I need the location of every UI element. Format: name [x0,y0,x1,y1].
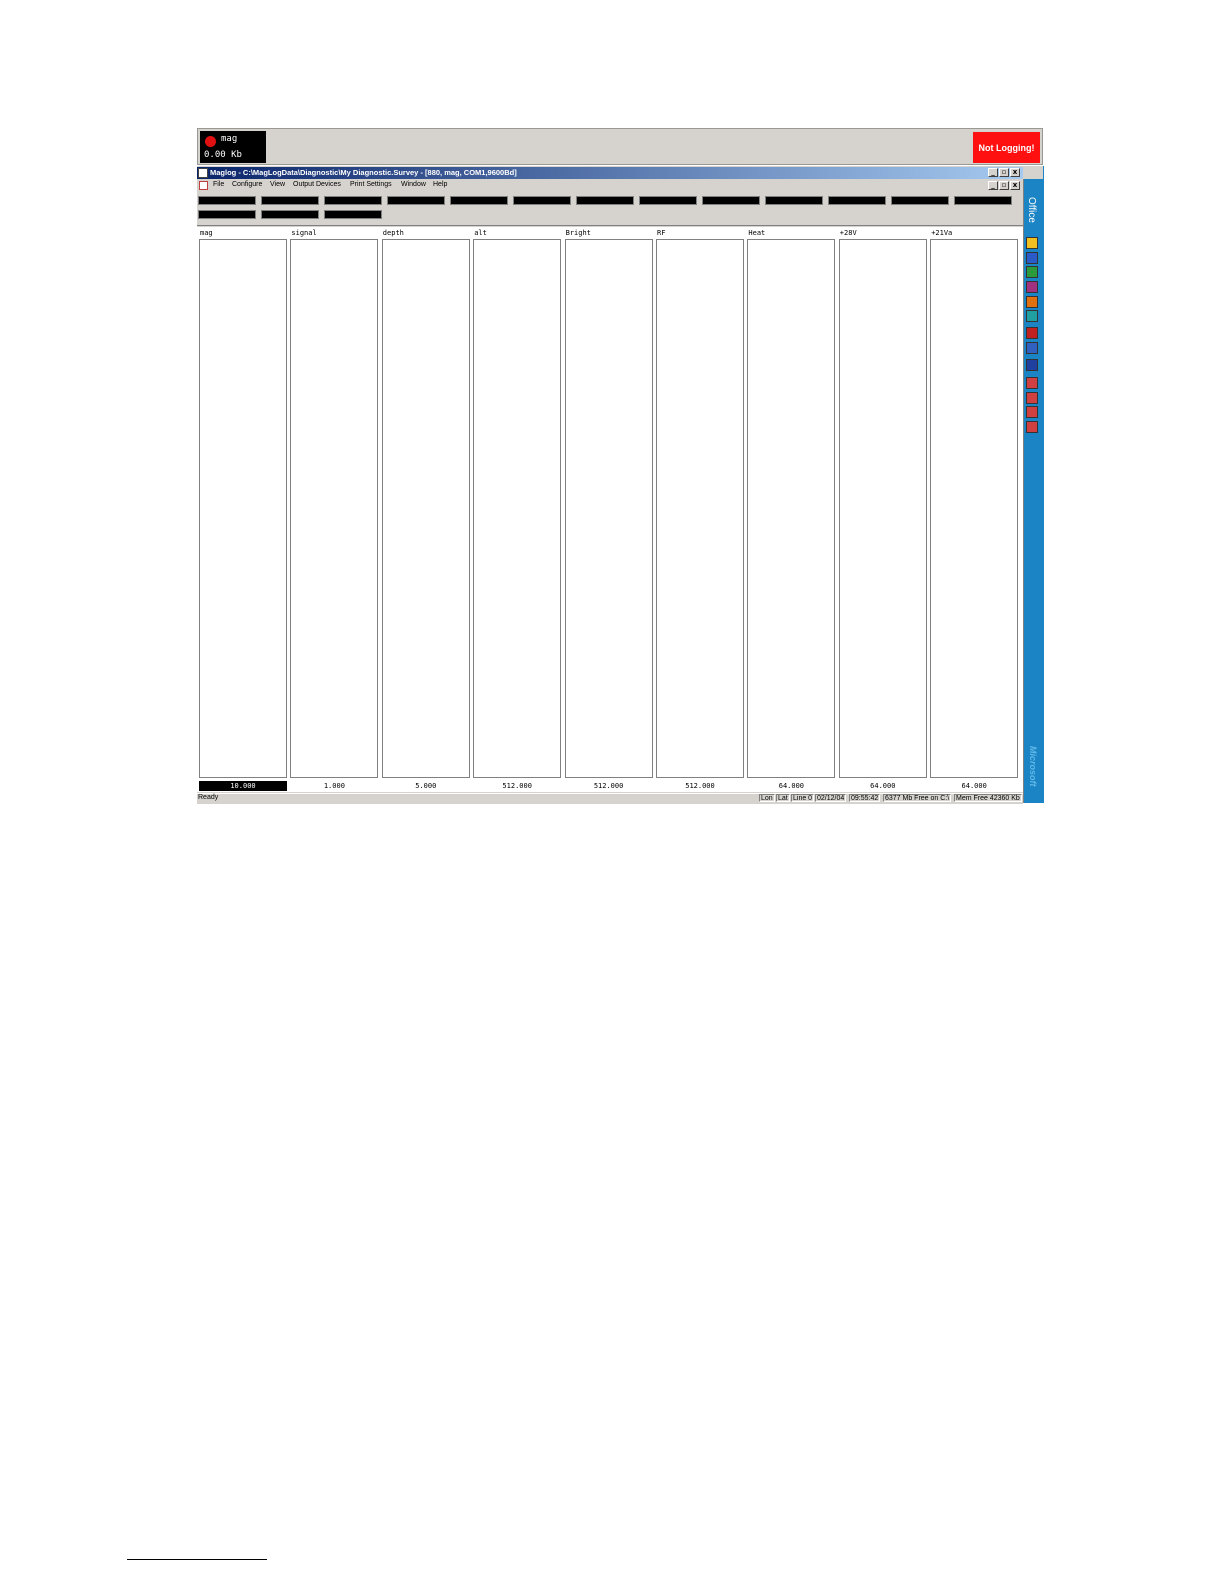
child-minimize-button[interactable]: _ [988,181,998,190]
channel-trace-panel[interactable] [747,239,836,778]
document-icon[interactable] [199,181,208,190]
menu-view[interactable]: View [270,181,285,188]
channel-label: +28V [839,229,857,237]
office-app-icon[interactable] [1026,310,1038,322]
status-date: 02/12/04 [815,794,847,802]
office-app-icon[interactable] [1026,342,1038,354]
field-box [198,196,256,205]
channel-trace-panel[interactable] [199,239,287,778]
menu-print-settings[interactable]: Print Settings [350,181,392,188]
field-box [765,196,823,205]
field-box [261,196,319,205]
status-time: 09:55:42 [849,794,881,802]
channel-scale[interactable]: 5.000 [382,781,470,791]
field-box [324,196,382,205]
restore-button[interactable]: ▫ [999,168,1009,177]
office-app-icon[interactable] [1026,281,1038,293]
office-app-icon[interactable] [1026,406,1038,418]
logging-status-button[interactable]: Not Logging! [973,132,1040,163]
field-box [891,196,949,205]
office-app-icon[interactable] [1026,421,1038,433]
channel-label: depth [382,229,404,237]
channel-label: +21Va [931,229,953,237]
close-button[interactable]: x [1010,168,1020,177]
channel-scale[interactable]: 64.000 [839,781,927,791]
office-app-icon[interactable] [1026,237,1038,249]
channel-trace-panel[interactable] [290,239,379,778]
microsoft-brand: Microsoft [1028,746,1038,787]
office-app-icon[interactable] [1026,327,1038,339]
field-box [576,196,634,205]
menu-configure[interactable]: Configure [232,181,262,188]
minimize-button[interactable]: _ [988,168,998,177]
child-restore-button[interactable]: ▫ [999,181,1009,190]
status-lon: Lon [759,794,775,802]
channel-trace-panel[interactable] [473,239,562,778]
field-box [639,196,697,205]
app-icon[interactable] [198,168,208,178]
office-title: Office [1026,197,1037,223]
field-box [324,210,382,219]
channel-name: mag [221,134,238,144]
channel-trace-panel[interactable] [381,239,470,778]
office-bar-menu-button[interactable] [1023,166,1043,179]
field-box [387,196,445,205]
channel-scale[interactable]: 64.000 [930,781,1018,791]
channel-label: mag [200,229,213,237]
office-app-icon[interactable] [1026,377,1038,389]
channel-scale[interactable]: 10.000 [199,781,287,791]
office-app-icon[interactable] [1026,252,1038,264]
status-mem-free: Mem Free 42360 Kb [954,794,1022,802]
status-ready: Ready [198,794,219,801]
field-box [513,196,571,205]
office-app-icon[interactable] [1026,266,1038,278]
field-box [954,196,1012,205]
channel-trace-panel[interactable] [930,239,1019,778]
status-lat: Lat [776,794,790,802]
channel-label: RF [657,229,666,237]
channel-scale[interactable]: 64.000 [747,781,835,791]
channel-label: Bright [565,229,591,237]
field-box [261,210,319,219]
channel-label: signal [291,229,317,237]
field-box [828,196,886,205]
status-line: Line 0 [791,794,815,802]
channel-scale[interactable]: 512.000 [565,781,653,791]
status-disk-free: 6377 Mb Free on C:\ [883,794,952,802]
channel-scale[interactable]: 1.000 [290,781,378,791]
channel-scale[interactable]: 512.000 [656,781,744,791]
menu-file[interactable]: File [213,181,224,188]
record-icon [205,136,216,147]
menu-output-devices[interactable]: Output Devices [293,181,341,188]
top-status-bar [197,128,1043,165]
office-app-icon[interactable] [1026,359,1038,371]
channel-label: Heat [748,229,766,237]
field-box [198,210,256,219]
field-box [450,196,508,205]
menu-window[interactable]: Window [401,181,426,188]
channel-trace-panel[interactable] [656,239,744,778]
data-size: 0.00 Kb [204,150,242,160]
footnote-rule [127,1559,267,1560]
window-title: Maglog - C:\MagLogData\Diagnostic\My Dia… [210,168,517,177]
channel-trace-panel[interactable] [564,239,653,778]
field-box [702,196,760,205]
office-app-icon[interactable] [1026,296,1038,308]
channel-label: alt [474,229,487,237]
child-close-button[interactable]: x [1010,181,1020,190]
channel-scale[interactable]: 512.000 [473,781,561,791]
channel-trace-panel[interactable] [838,239,927,778]
office-app-icon[interactable] [1026,392,1038,404]
menu-help[interactable]: Help [433,181,447,188]
